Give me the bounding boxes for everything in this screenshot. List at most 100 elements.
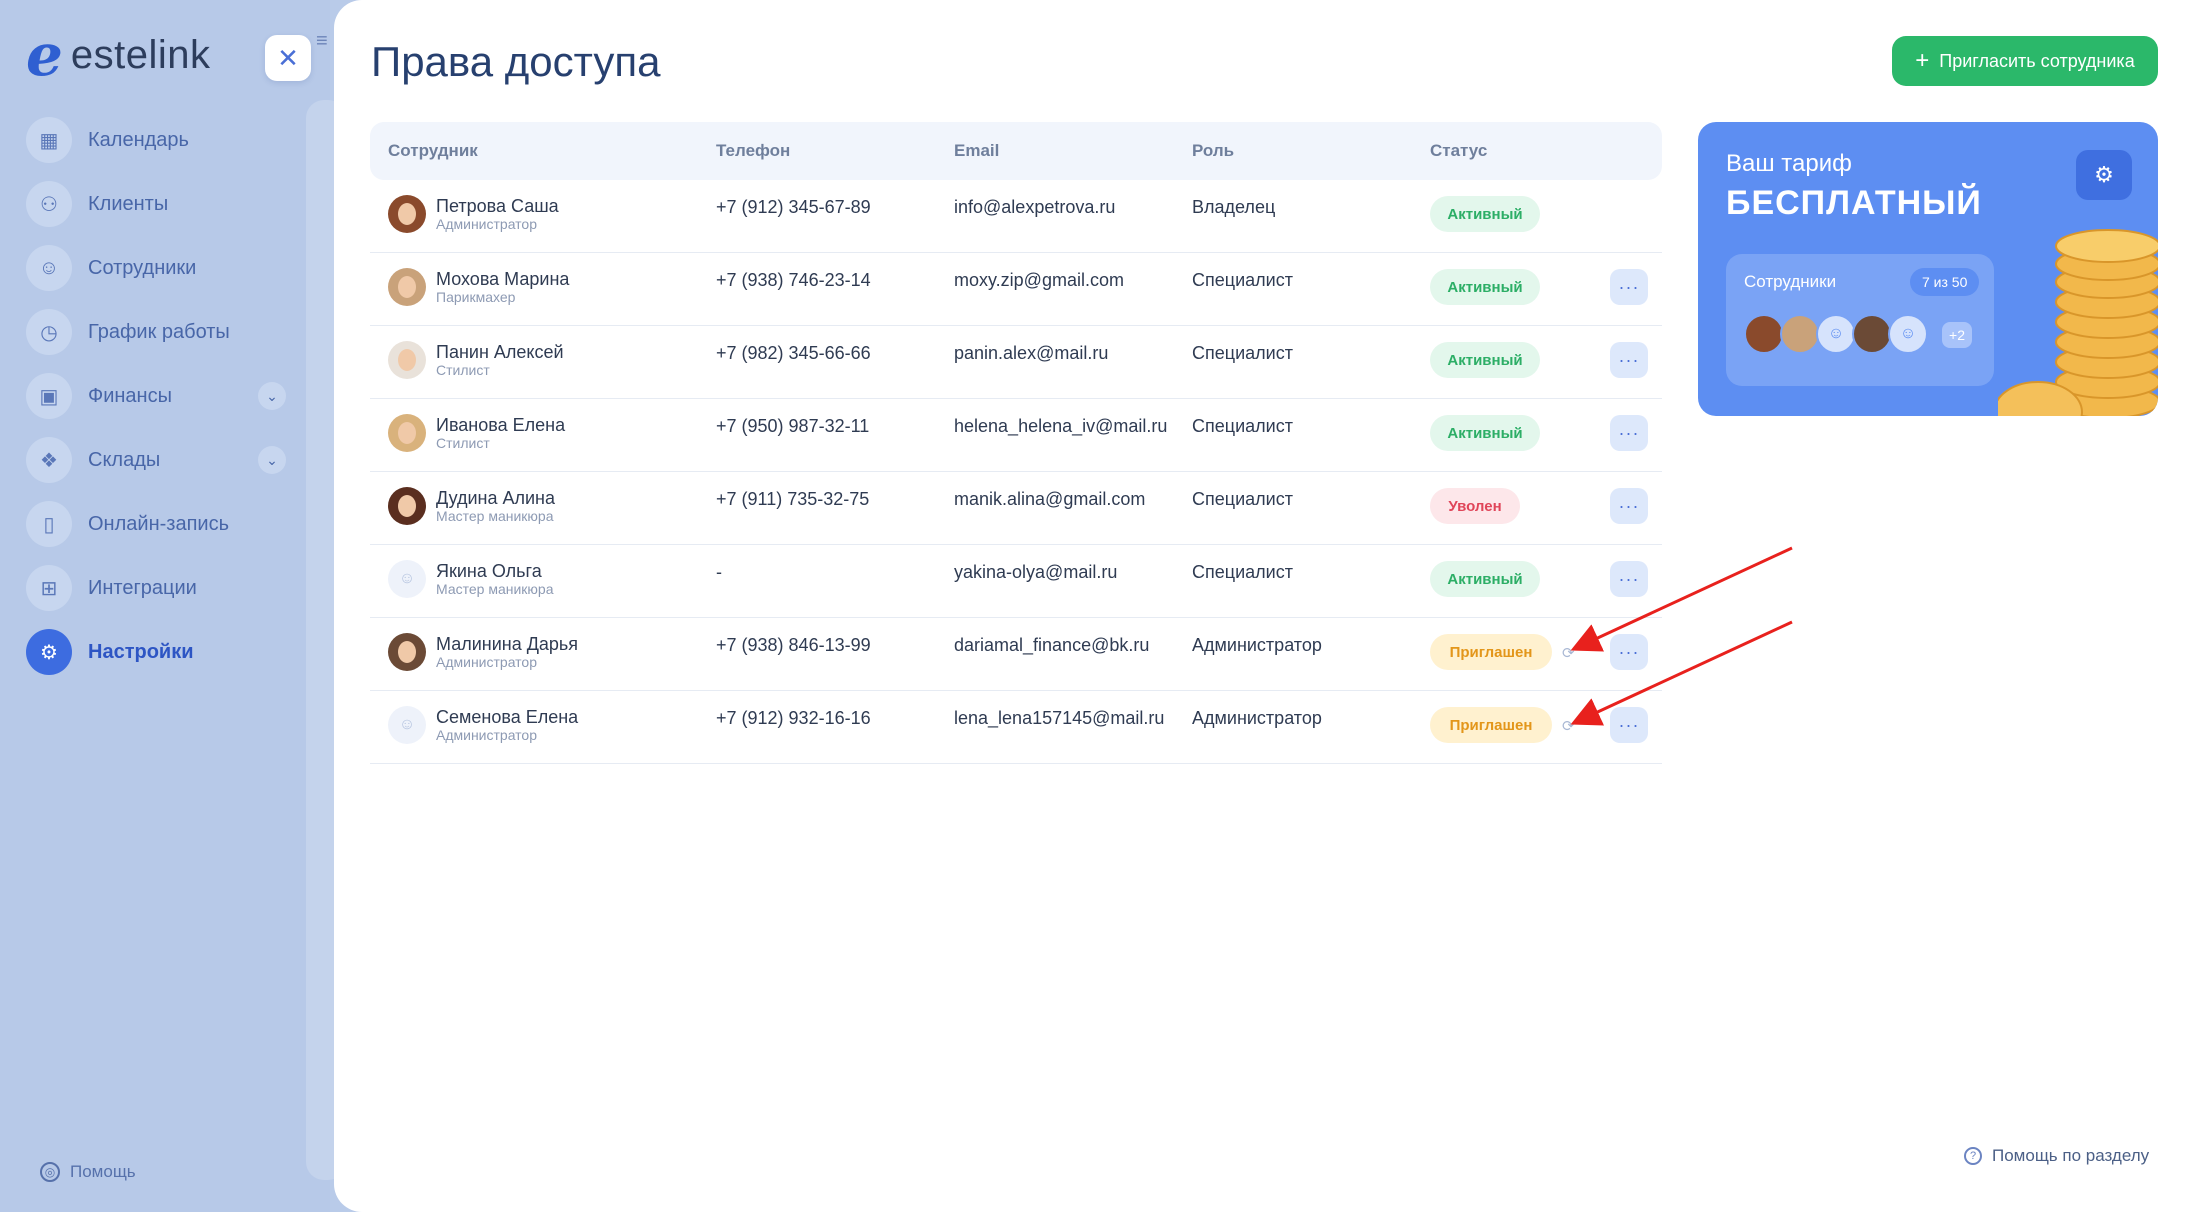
- sidebar-item-label: Финансы: [88, 384, 172, 407]
- sidebar-item-label: Склады: [88, 448, 161, 471]
- employee-name: Мохова Марина: [436, 269, 570, 289]
- employee-cell: Малинина Дарья Администратор: [388, 633, 578, 671]
- employee-cell: Петрова Саша Администратор: [388, 195, 559, 233]
- logo-mark: e: [26, 21, 63, 89]
- employee-position: Мастер маникюра: [436, 508, 554, 524]
- wallet-icon: ▣: [26, 373, 72, 419]
- user-icon: ☺: [398, 716, 416, 733]
- calendar-icon: ▦: [26, 117, 72, 163]
- employee-cell: Панин Алексей Стилист: [388, 341, 564, 379]
- sidebar-item-schedule[interactable]: ◷ График работы: [26, 308, 286, 356]
- user-icon: ☺: [1899, 325, 1917, 342]
- status-badge: Приглашен: [1430, 634, 1552, 670]
- row-actions-button[interactable]: ···: [1610, 342, 1648, 378]
- phone-cell: +7 (912) 932-16-16: [716, 708, 871, 728]
- row-actions-button[interactable]: ···: [1610, 415, 1648, 451]
- employee-cell: Мохова Марина Парикмахер: [388, 268, 569, 306]
- chevron-down-icon[interactable]: ⌄: [258, 446, 286, 474]
- row-actions-button[interactable]: ···: [1610, 707, 1648, 743]
- role-cell: Владелец: [1192, 197, 1276, 217]
- sidebar-item-settings[interactable]: ⚙ Настройки: [26, 628, 286, 676]
- boxes-icon: ❖: [26, 437, 72, 483]
- email-cell: lena_lena157145@mail.ru: [954, 708, 1165, 728]
- email-cell: dariamal_finance@bk.ru: [954, 635, 1150, 655]
- column-header-email: Email: [954, 141, 1000, 160]
- avatar: ☺: [388, 560, 426, 598]
- table-row[interactable]: ☺ Семенова Елена Администратор +7 (912) …: [370, 691, 1662, 764]
- sidebar-item-label: Интеграции: [88, 576, 197, 599]
- table-row[interactable]: Дудина Алина Мастер маникюра +7 (911) 73…: [370, 472, 1662, 545]
- coins-illustration: [1998, 229, 2158, 416]
- employees-count: 7 из 50: [1910, 268, 1980, 296]
- email-cell: info@alexpetrova.ru: [954, 197, 1116, 217]
- user-icon: ☺: [1827, 325, 1845, 342]
- phone-cell: +7 (938) 746-23-14: [716, 270, 871, 290]
- employee-position: Администратор: [436, 654, 538, 670]
- employees-label: Сотрудники: [1744, 272, 1837, 291]
- resend-invite-icon[interactable]: ⟳: [1562, 717, 1575, 735]
- row-actions-button[interactable]: ···: [1610, 269, 1648, 305]
- row-actions-button[interactable]: ···: [1610, 634, 1648, 670]
- email-cell: moxy.zip@gmail.com: [954, 270, 1124, 290]
- sidebar-item-online-booking[interactable]: ▯ Онлайн-запись: [26, 500, 286, 548]
- sidebar-item-label: Онлайн-запись: [88, 512, 229, 535]
- employee-name: Семенова Елена: [436, 707, 579, 727]
- employee-position: Стилист: [436, 435, 490, 451]
- employees-summary: Сотрудники 7 из 50 ☺ ☺ +2: [1726, 254, 1994, 386]
- avatar: [1852, 314, 1892, 354]
- role-cell: Специалист: [1192, 416, 1293, 436]
- sidebar-item-employees[interactable]: ☺ Сотрудники: [26, 244, 286, 292]
- employee-name: Петрова Саша: [436, 196, 559, 216]
- close-sidebar-button[interactable]: ✕: [265, 35, 311, 81]
- table-row[interactable]: Мохова Марина Парикмахер +7 (938) 746-23…: [370, 253, 1662, 326]
- sidebar-item-warehouses[interactable]: ❖ Склады ⌄: [26, 436, 286, 484]
- more-icon: ···: [1618, 714, 1640, 735]
- section-help-link[interactable]: ? Помощь по разделу: [1964, 1146, 2149, 1166]
- gear-icon: ⚙: [26, 629, 72, 675]
- sidebar-item-label: Клиенты: [88, 192, 169, 215]
- avatar: ☺: [1816, 314, 1856, 354]
- help-link[interactable]: ◎ Помощь: [40, 1162, 136, 1182]
- sidebar-item-label: Календарь: [88, 128, 189, 151]
- plus-icon: +: [1915, 47, 1930, 74]
- employee-name: Панин Алексей: [436, 342, 564, 362]
- phone-cell: -: [716, 562, 722, 582]
- logo[interactable]: e estelink: [26, 26, 211, 84]
- lifebuoy-icon: ◎: [40, 1162, 60, 1182]
- table-row[interactable]: ☺ Якина Ольга Мастер маникюра - yakina-o…: [370, 545, 1662, 618]
- employee-position: Администратор: [436, 727, 538, 743]
- row-actions-button[interactable]: ···: [1610, 488, 1648, 524]
- avatar: [388, 341, 426, 379]
- role-cell: Специалист: [1192, 489, 1293, 509]
- employee-cell: ☺ Семенова Елена Администратор: [388, 706, 578, 744]
- status-badge: Приглашен: [1430, 707, 1552, 743]
- role-cell: Специалист: [1192, 562, 1293, 582]
- user-icon: ☺: [398, 570, 416, 587]
- invite-employee-button[interactable]: + Пригласить сотрудника: [1892, 36, 2158, 86]
- table-row[interactable]: Иванова Елена Стилист +7 (950) 987-32-11…: [370, 399, 1662, 472]
- employee-position: Парикмахер: [436, 289, 516, 305]
- avatar: [388, 487, 426, 525]
- employee-name: Малинина Дарья: [436, 634, 579, 654]
- phone-cell: +7 (911) 735-32-75: [716, 489, 870, 509]
- email-cell: panin.alex@mail.ru: [954, 343, 1109, 363]
- sidebar-item-finance[interactable]: ▣ Финансы ⌄: [26, 372, 286, 420]
- employee-position: Мастер маникюра: [436, 581, 554, 597]
- table-row[interactable]: Петрова Саша Администратор +7 (912) 345-…: [370, 180, 1662, 253]
- sidebar: e estelink ≡ ✕ ▦ Календарь ⚇ Клиенты ☺ С…: [0, 0, 346, 1212]
- resend-invite-icon[interactable]: ⟳: [1562, 644, 1575, 662]
- email-cell: manik.alina@gmail.com: [954, 489, 1146, 509]
- more-icon: ···: [1618, 495, 1640, 516]
- table-row[interactable]: Панин Алексей Стилист +7 (982) 345-66-66…: [370, 326, 1662, 399]
- table-row[interactable]: Малинина Дарья Администратор +7 (938) 84…: [370, 618, 1662, 691]
- column-header-role: Роль: [1192, 141, 1235, 160]
- tariff-settings-button[interactable]: ⚙: [2076, 150, 2132, 200]
- phone-cell: +7 (950) 987-32-11: [716, 416, 870, 436]
- column-header-employee: Сотрудник: [388, 141, 478, 160]
- chevron-down-icon[interactable]: ⌄: [258, 382, 286, 410]
- sidebar-item-calendar[interactable]: ▦ Календарь: [26, 116, 286, 164]
- row-actions-button[interactable]: ···: [1610, 561, 1648, 597]
- sidebar-item-clients[interactable]: ⚇ Клиенты: [26, 180, 286, 228]
- avatar: [1780, 314, 1820, 354]
- sidebar-item-integrations[interactable]: ⊞ Интеграции: [26, 564, 286, 612]
